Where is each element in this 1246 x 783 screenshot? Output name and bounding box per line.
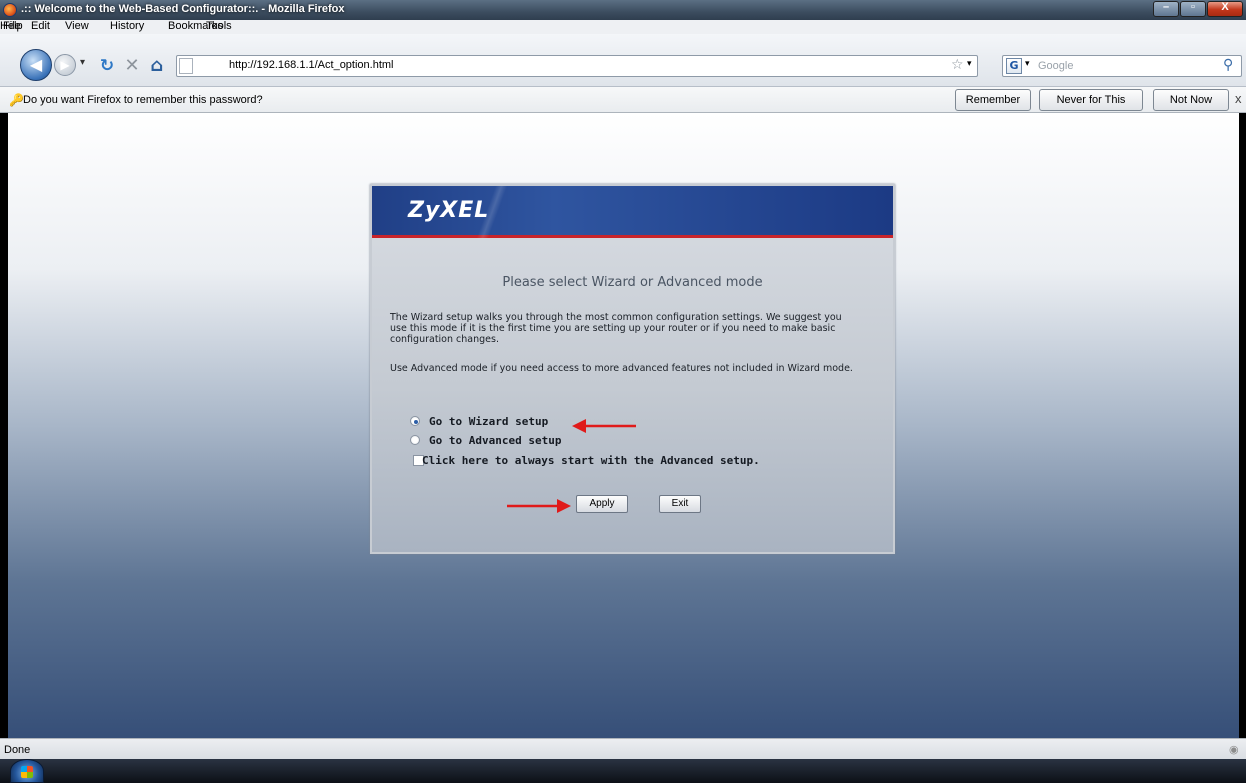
notification-message: Do you want Firefox to remember this pas… <box>23 94 263 106</box>
minimize-icon: – <box>1162 1 1170 13</box>
remember-button[interactable]: Remember <box>955 89 1031 111</box>
menu-history[interactable]: History <box>110 20 144 32</box>
os-taskbar <box>0 759 1246 783</box>
url-text[interactable]: http://192.168.1.1/Act_option.html <box>229 59 394 71</box>
bookmark-star-icon[interactable]: ☆ <box>951 57 964 73</box>
menu-help[interactable]: Help <box>0 20 23 32</box>
start-button[interactable] <box>10 759 44 783</box>
search-engine-icon[interactable]: G <box>1006 58 1022 74</box>
menu-edit[interactable]: Edit <box>31 20 50 32</box>
never-for-site-button[interactable]: Never for This Site <box>1039 89 1143 126</box>
close-icon: X <box>1221 1 1229 13</box>
notification-close-icon[interactable]: x <box>1235 91 1242 106</box>
advanced-option[interactable]: Go to Advanced setup <box>410 434 561 447</box>
maximize-icon: ▫ <box>1191 1 1195 13</box>
address-bar[interactable]: http://192.168.1.1/Act_option.html ☆ ▾ <box>176 55 978 77</box>
wizard-option-label[interactable]: Go to Wizard setup <box>429 415 548 428</box>
not-now-button[interactable]: Not Now <box>1153 89 1229 111</box>
menu-tools[interactable]: Tools <box>206 20 232 32</box>
always-advanced-label[interactable]: Click here to always start with the Adva… <box>422 454 760 467</box>
page-icon <box>179 58 193 74</box>
key-icon: 🔑 <box>9 93 24 107</box>
status-indicator-icon: ◉ <box>1229 744 1239 756</box>
advanced-option-label[interactable]: Go to Advanced setup <box>429 434 561 447</box>
home-icon[interactable]: ⌂ <box>146 55 168 77</box>
reload-icon[interactable]: ↻ <box>96 55 118 77</box>
minimize-button[interactable]: – <box>1153 1 1179 17</box>
menu-bar: File Edit View History Bookmarks Tools H… <box>0 20 1246 34</box>
windows-logo-icon <box>21 766 33 778</box>
password-notification-bar: 🔑 Do you want Firefox to remember this p… <box>0 87 1246 126</box>
advanced-description: Use Advanced mode if you need access to … <box>390 363 853 374</box>
arrow-annotation-left-icon <box>572 419 636 433</box>
status-bar: Done ◉ <box>0 738 1246 759</box>
wizard-option[interactable]: Go to Wizard setup <box>410 415 548 428</box>
forward-button[interactable]: ▶ <box>54 54 76 76</box>
wizard-description: The Wizard setup walks you through the m… <box>390 312 842 345</box>
window-titlebar: .:: Welcome to the Web-Based Configurato… <box>0 0 1246 20</box>
apply-button[interactable]: Apply <box>576 495 628 513</box>
advanced-radio[interactable] <box>410 435 420 445</box>
search-engine-dropdown-icon[interactable]: ▾ <box>1025 59 1030 69</box>
search-bar[interactable]: G ▾ Google ⚲ <box>1002 55 1242 77</box>
url-dropdown-icon[interactable]: ▾ <box>967 59 972 69</box>
status-text: Done <box>4 744 31 756</box>
menu-view[interactable]: View <box>65 20 89 32</box>
maximize-button[interactable]: ▫ <box>1180 1 1206 17</box>
history-dropdown-icon[interactable]: ▾ <box>80 57 85 68</box>
stop-icon[interactable]: ✕ <box>121 55 143 77</box>
zyxel-logo: ZyXEL <box>408 198 490 223</box>
search-input[interactable]: Google <box>1038 60 1073 72</box>
firefox-icon <box>3 3 17 17</box>
wizard-radio[interactable] <box>410 416 420 426</box>
back-button[interactable]: ◀ <box>20 49 52 81</box>
window-title: .:: Welcome to the Web-Based Configurato… <box>21 3 345 15</box>
close-button[interactable]: X <box>1207 1 1243 17</box>
navigation-toolbar: ◀ ▶ ▾ ↻ ✕ ⌂ http://192.168.1.1/Act_optio… <box>0 34 1246 87</box>
panel-header: ZyXEL <box>372 186 893 238</box>
exit-button[interactable]: Exit <box>659 495 701 513</box>
arrow-annotation-right-icon <box>507 499 571 513</box>
mode-select-panel: ZyXEL Please select Wizard or Advanced m… <box>370 184 895 554</box>
panel-title: Please select Wizard or Advanced mode <box>502 275 763 290</box>
search-icon[interactable]: ⚲ <box>1223 57 1233 73</box>
